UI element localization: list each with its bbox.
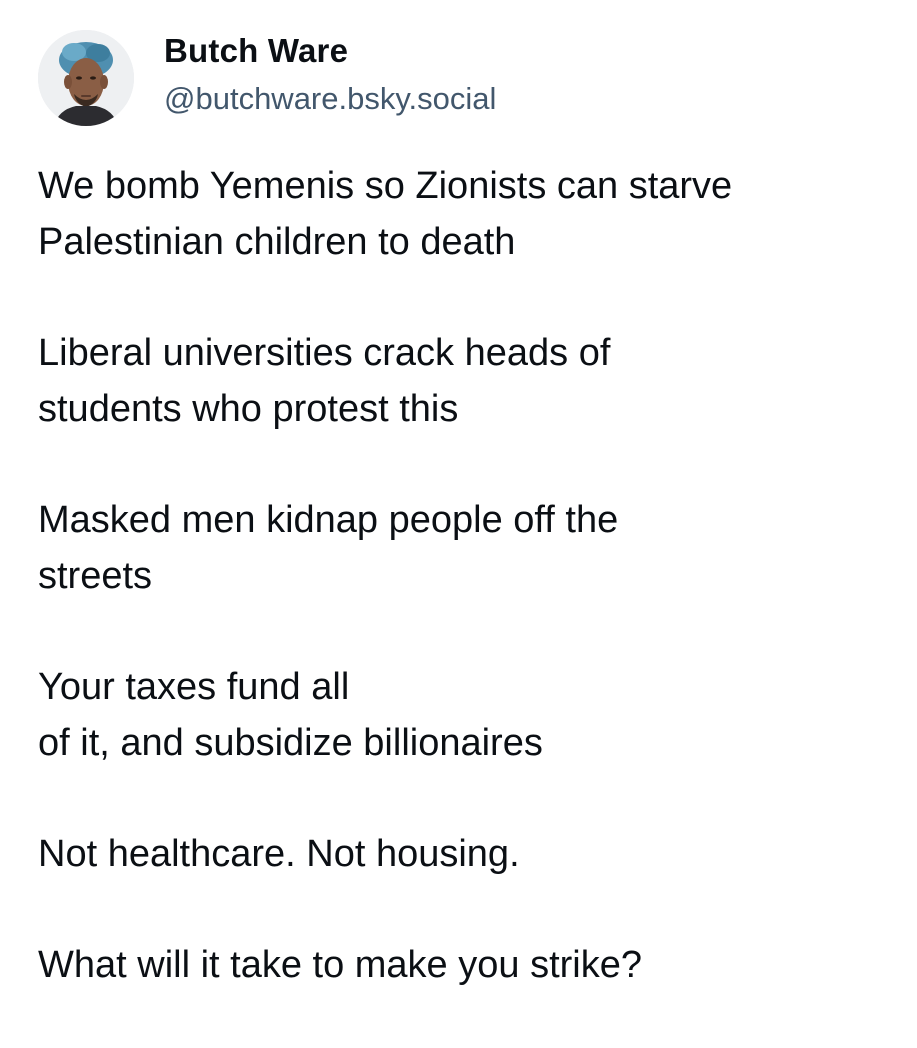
post-text-line: Palestinian children to death	[38, 221, 516, 263]
post-body: We bomb Yemenis so Zionists can starve P…	[38, 158, 898, 1048]
post-paragraph: Not healthcare. Not housing.	[38, 826, 898, 882]
author-identity: Butch Ware @butchware.bsky.social	[164, 31, 496, 119]
post-text-line: Your taxes fund all	[38, 666, 350, 708]
avatar[interactable]	[38, 30, 134, 126]
post-text-line: streets	[38, 555, 153, 597]
post-paragraph: What will it take to make you strike?	[38, 937, 898, 993]
author-handle[interactable]: @butchware.bsky.social	[164, 79, 496, 119]
post-paragraph: Masked men kidnap people off the streets	[38, 492, 898, 604]
post-paragraph: Your taxes fund all of it, and subsidize…	[38, 659, 898, 771]
post-paragraph: We bomb Yemenis so Zionists can starve P…	[38, 158, 898, 270]
post-text-line: What will it take to make you strike?	[38, 944, 642, 986]
person-portrait-icon	[38, 30, 134, 126]
post-text-line: Liberal universities crack heads of	[38, 332, 611, 374]
post-header: Butch Ware @butchware.bsky.social	[38, 28, 496, 128]
author-display-name[interactable]: Butch Ware	[164, 31, 496, 71]
post-text-line: students who protest this	[38, 388, 459, 430]
post-text-line: of it, and subsidize billionaires	[38, 722, 543, 764]
post-text-line: Masked men kidnap people off the	[38, 499, 619, 541]
post-text-line: Not healthcare. Not housing.	[38, 833, 520, 875]
post-card: Butch Ware @butchware.bsky.social We bom…	[0, 0, 917, 1024]
post-paragraph: Liberal universities crack heads of stud…	[38, 325, 898, 437]
post-text-line: We bomb Yemenis so Zionists can starve	[38, 165, 733, 207]
